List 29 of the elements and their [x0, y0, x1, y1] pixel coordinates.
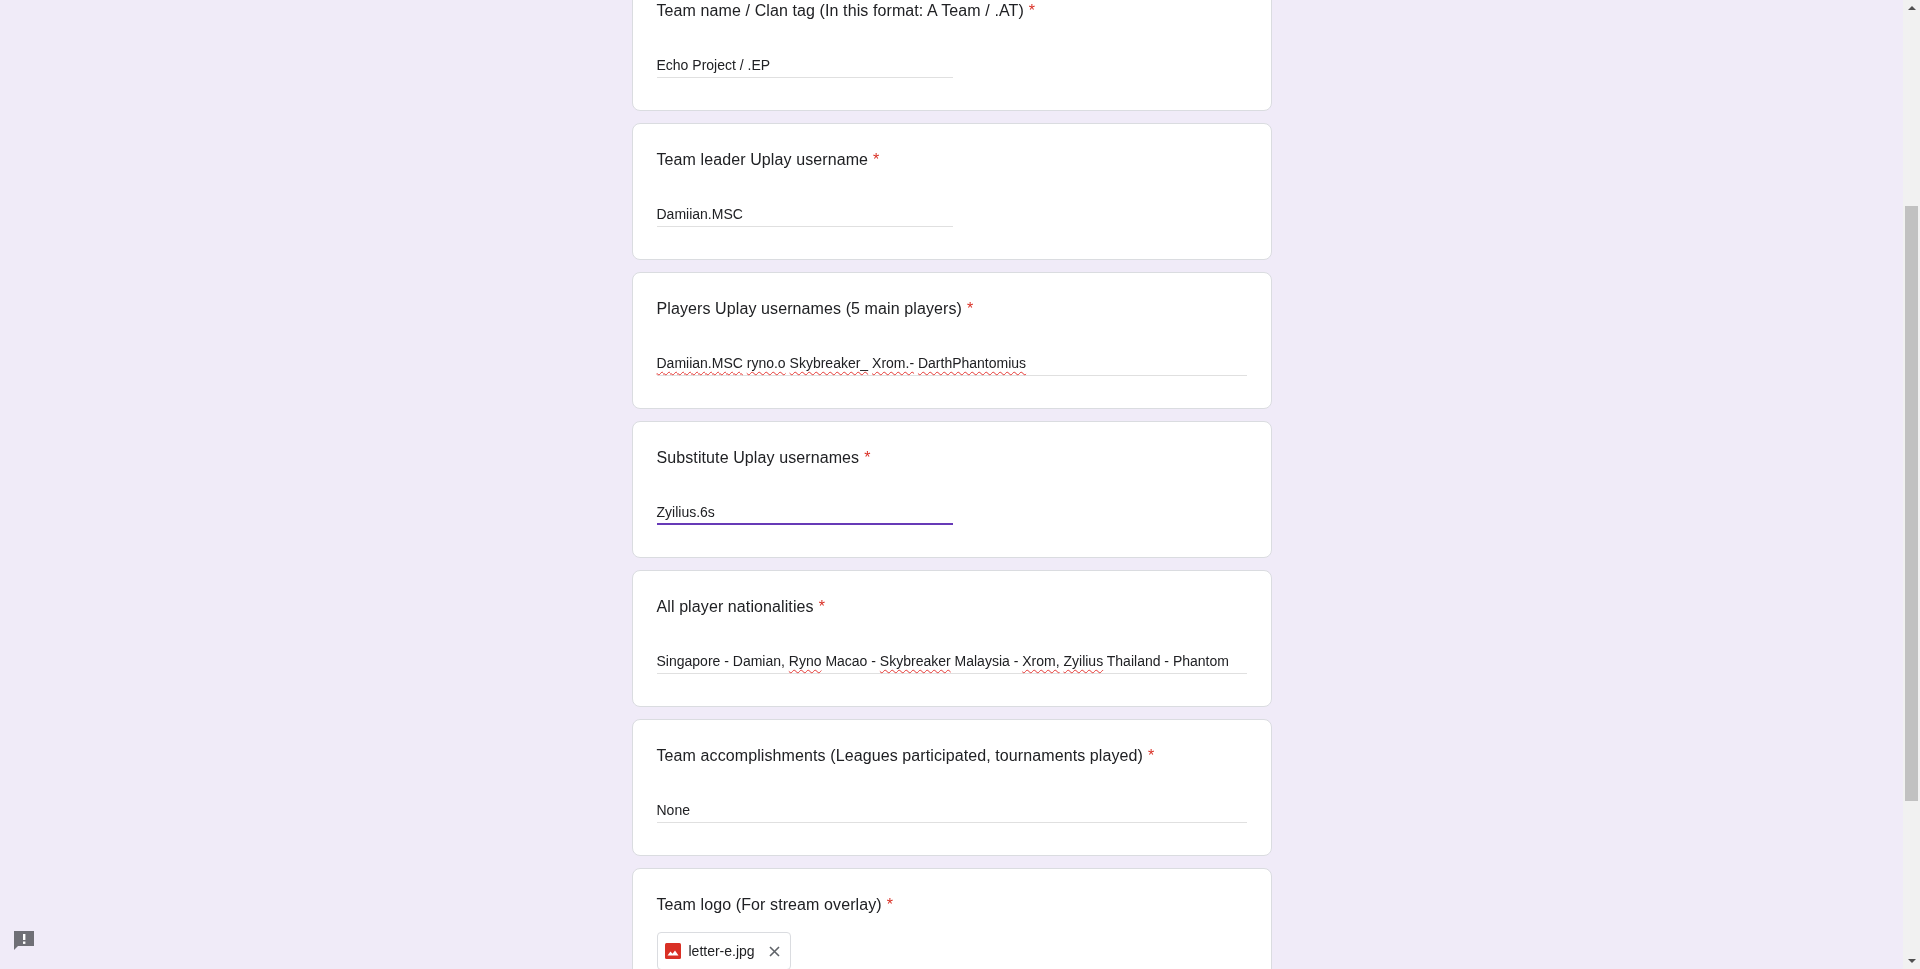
required-asterisk: * — [864, 448, 871, 468]
answer-field[interactable]: Zyilius.6s — [656, 496, 953, 525]
answer-field[interactable]: Singapore - Damian, Ryno Macao - Skybreaker Malaysia - Xrom, Zyilius Thailand - Phantom — [656, 645, 1247, 674]
required-asterisk: * — [818, 597, 825, 617]
question-title: Team accomplishments (Leagues participated, tournaments played) — [656, 746, 1144, 766]
file-name: letter-e.jpg — [688, 942, 755, 961]
scrollbar-thumb[interactable] — [1905, 206, 1918, 801]
required-asterisk: * — [873, 150, 880, 170]
answer-field[interactable]: Echo Project / .EP — [656, 49, 953, 78]
required-asterisk: * — [1028, 1, 1036, 21]
close-icon[interactable] — [769, 945, 781, 957]
image-icon — [664, 943, 681, 959]
question-title: Players Uplay usernames (5 main players) — [656, 299, 962, 319]
scrollbar-track[interactable] — [1903, 0, 1920, 969]
answer-field[interactable]: Damiian.MSC — [656, 198, 953, 227]
required-asterisk: * — [886, 895, 894, 915]
answer-field[interactable]: None — [656, 794, 1247, 823]
question-title: Team logo (For stream overlay) — [656, 895, 882, 915]
required-asterisk: * — [1148, 746, 1155, 766]
scroll-up-arrow-icon[interactable] — [1907, 6, 1916, 10]
question-title: All player nationalities — [656, 597, 814, 617]
question-title: Team name / Clan tag (In this format: A Team / .AT) — [656, 1, 1024, 21]
question-title: Team leader Uplay username — [656, 150, 869, 170]
file-chip[interactable]: letter-e.jpg — [656, 932, 791, 969]
question-title: Substitute Uplay usernames — [656, 448, 860, 468]
scroll-down-arrow-icon[interactable] — [1907, 959, 1916, 963]
answer-field[interactable]: Damiian.MSC ryno.o Skybreaker_ Xrom.- DarthPhantomius — [656, 347, 1247, 376]
required-asterisk: * — [966, 299, 974, 319]
feedback-icon[interactable] — [14, 931, 34, 951]
